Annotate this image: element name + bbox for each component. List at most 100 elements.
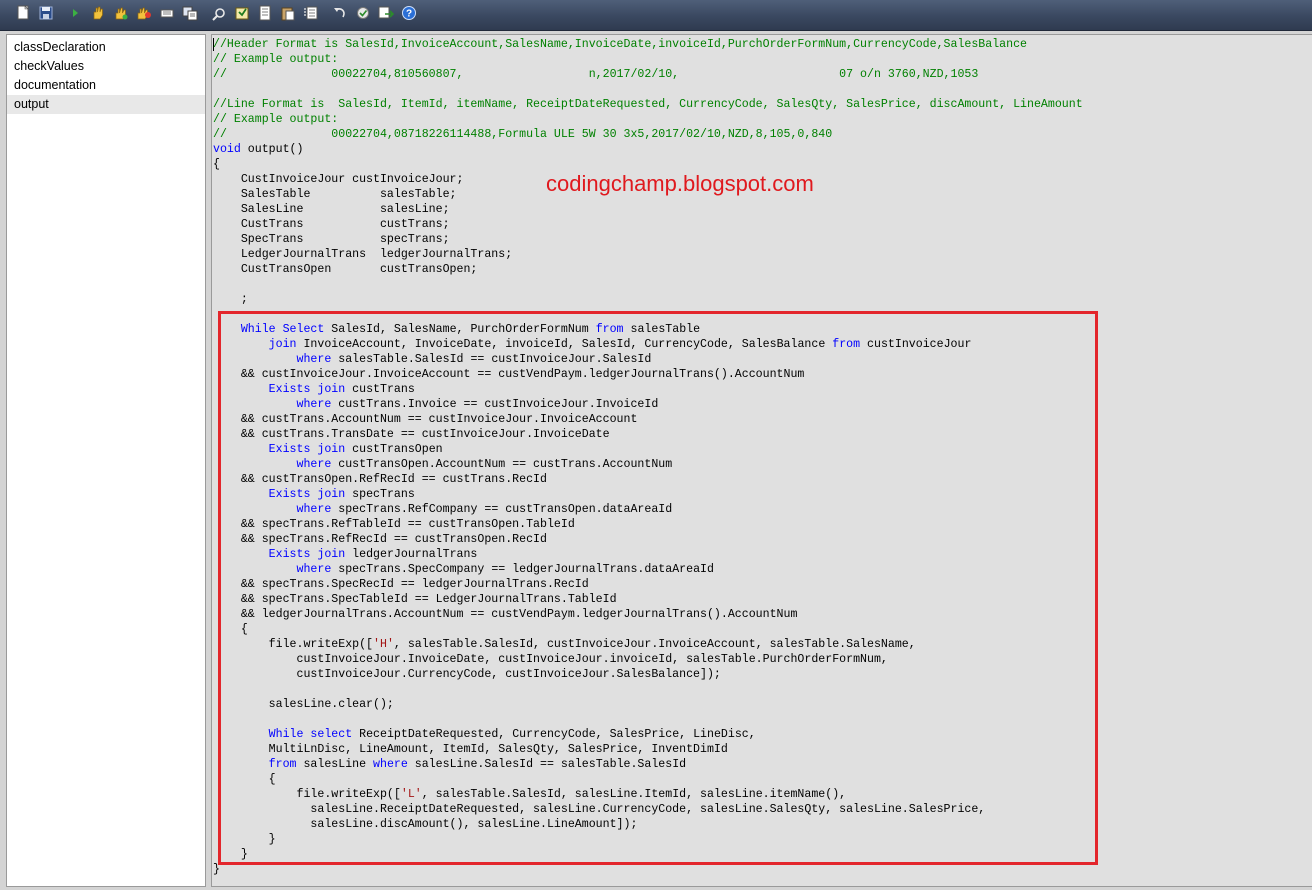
code-line: CustTrans custTrans;: [213, 218, 450, 231]
code-line: }: [213, 833, 276, 846]
method-list: classDeclaration checkValues documentation…: [6, 34, 206, 887]
code-line: While Select SalesId, SalesName, PurchOr…: [240, 323, 701, 336]
undo-icon: [331, 4, 349, 27]
copy-window-button[interactable]: [179, 4, 201, 26]
code-line: && ledgerJournalTrans.AccountNum == cust…: [213, 608, 798, 621]
help-icon: ?: [400, 4, 418, 27]
copy-window-icon: [181, 4, 199, 27]
code-line: SpecTrans specTrans;: [213, 233, 450, 246]
code-line: {: [213, 773, 276, 786]
code-line: file.writeExp(['H', salesTable.SalesId, …: [213, 638, 916, 651]
hand-grab-icon: [112, 4, 130, 27]
paste-button[interactable]: [277, 4, 299, 26]
new-icon: [14, 4, 32, 27]
toolbar: ?: [0, 0, 1312, 31]
code-line: While select ReceiptDateRequested, Curre…: [268, 728, 756, 741]
paste-icon: [279, 4, 297, 27]
new-button[interactable]: [12, 4, 34, 26]
code-line: file.writeExp(['L', salesTable.SalesId, …: [213, 788, 847, 801]
code-line: where custTransOpen.AccountNum == custTr…: [296, 458, 673, 471]
code-text: //Header Format is SalesId,InvoiceAccoun…: [213, 37, 1083, 877]
code-line: custInvoiceJour.InvoiceDate, custInvoice…: [213, 653, 888, 666]
code-line: from salesLine where salesLine.SalesId =…: [268, 758, 687, 771]
code-line: salesLine.ReceiptDateRequested, salesLin…: [213, 803, 986, 816]
field-list-icon: [158, 4, 176, 27]
document-icon: [256, 4, 274, 27]
hand-stop-button[interactable]: [133, 4, 155, 26]
breakpoint-icon: [354, 4, 372, 27]
save-icon: [37, 4, 55, 27]
code-line: {: [213, 158, 220, 171]
field-list-button[interactable]: [156, 4, 178, 26]
code-line: // 00022704,08718226114488,Formula ULE 5…: [213, 128, 833, 141]
hand-button[interactable]: [87, 4, 109, 26]
code-line: where specTrans.RefCompany == custTransO…: [296, 503, 673, 516]
code-line: where specTrans.SpecCompany == ledgerJou…: [296, 563, 714, 576]
find-icon: [210, 4, 228, 27]
code-line: Exists join ledgerJournalTrans: [268, 548, 478, 561]
code-line: && specTrans.SpecTableId == LedgerJourna…: [213, 593, 617, 606]
code-line: Exists join specTrans: [268, 488, 415, 501]
code-line: && custTrans.AccountNum == custInvoiceJo…: [213, 413, 638, 426]
undo-button[interactable]: [329, 4, 351, 26]
code-line: && custTransOpen.RefRecId == custTrans.R…: [213, 473, 547, 486]
compile-button[interactable]: [231, 4, 253, 26]
code-line: // 00022704,810560807, n,2017/02/10,20_I…: [213, 68, 979, 81]
code-line: && custInvoiceJour.InvoiceAccount == cus…: [213, 368, 805, 381]
method-item-classdeclaration[interactable]: classDeclaration: [7, 38, 205, 57]
code-line: where salesTable.SalesId == custInvoiceJ…: [296, 353, 652, 366]
help-button[interactable]: ?: [398, 4, 420, 26]
code-line: salesLine.clear();: [213, 698, 394, 711]
document-button[interactable]: [254, 4, 276, 26]
run-button[interactable]: [64, 4, 86, 26]
code-line: && custTrans.TransDate == custInvoiceJou…: [213, 428, 610, 441]
method-item-output[interactable]: output: [7, 95, 205, 114]
code-line: Exists join custTrans: [268, 383, 415, 396]
code-line: && specTrans.RefTableId == custTransOpen…: [213, 518, 575, 531]
code-line: CustTransOpen custTransOpen;: [213, 263, 478, 276]
code-line: custInvoiceJour.CurrencyCode, custInvoic…: [213, 668, 721, 681]
code-line: join InvoiceAccount, InvoiceDate, invoic…: [268, 338, 972, 351]
save-button[interactable]: [35, 4, 57, 26]
code-line: ;: [213, 293, 248, 306]
lookup-icon: [377, 4, 395, 27]
run-icon: [66, 4, 84, 27]
compile-icon: [233, 4, 251, 27]
code-line: where custTrans.Invoice == custInvoiceJo…: [296, 398, 659, 411]
lookup-button[interactable]: [375, 4, 397, 26]
redacted-area: [679, 68, 839, 82]
code-line: //Header Format is SalesId,InvoiceAccoun…: [213, 38, 1028, 51]
find-button[interactable]: [208, 4, 230, 26]
hand-stop-icon: [135, 4, 153, 27]
code-line: LedgerJournalTrans ledgerJournalTrans;: [213, 248, 513, 261]
code-line: }: [213, 848, 248, 861]
list-properties-button[interactable]: [300, 4, 322, 26]
list-properties-icon: [302, 4, 320, 27]
breakpoint-button[interactable]: [352, 4, 374, 26]
code-line: salesLine.discAmount(), salesLine.LineAm…: [213, 818, 638, 831]
code-line: // Example output:: [213, 113, 339, 126]
code-line: {: [213, 623, 248, 636]
hand-grab-button[interactable]: [110, 4, 132, 26]
hand-icon: [89, 4, 107, 27]
code-editor-window: classDeclaration checkValues documentation…: [0, 31, 1312, 890]
code-line: && specTrans.RefRecId == custTransOpen.R…: [213, 533, 547, 546]
code-line: SalesLine salesLine;: [213, 203, 450, 216]
svg-text:?: ?: [406, 8, 412, 19]
code-line: // Example output:: [213, 53, 339, 66]
code-editor[interactable]: //Header Format is SalesId,InvoiceAccoun…: [211, 34, 1312, 887]
code-line: Exists join custTransOpen: [268, 443, 443, 456]
method-item-documentation[interactable]: documentation: [7, 76, 205, 95]
code-line: MultiLnDisc, LineAmount, ItemId, SalesQt…: [213, 743, 728, 756]
code-line: && specTrans.SpecRecId == ledgerJournalT…: [213, 578, 589, 591]
code-line: }: [213, 863, 220, 876]
watermark: codingchamp.blogspot.com: [546, 171, 814, 196]
method-item-checkvalues[interactable]: checkValues: [7, 57, 205, 76]
code-line: //Line Format is SalesId, ItemId, itemNa…: [213, 98, 1083, 111]
code-line: void output(): [213, 143, 304, 156]
